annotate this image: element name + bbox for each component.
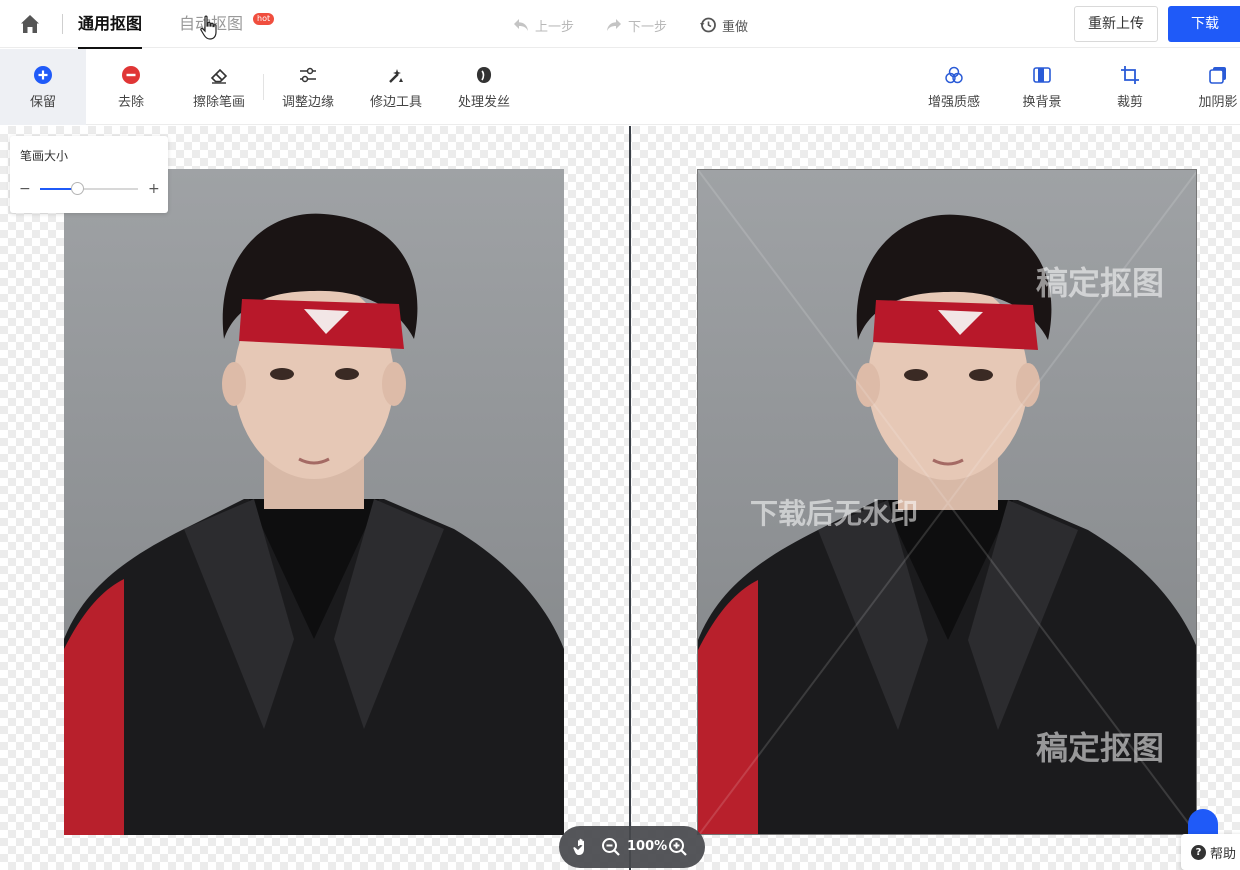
tool-label: 增强质感 bbox=[927, 94, 980, 110]
tool-change-background[interactable]: 换背景 bbox=[1002, 49, 1082, 125]
brush-increase-button[interactable]: + bbox=[148, 182, 160, 196]
undo-button[interactable]: 上一步 bbox=[512, 14, 574, 36]
zoom-in-icon[interactable] bbox=[668, 837, 688, 857]
tool-hair[interactable]: 处理发丝 bbox=[444, 49, 524, 125]
redo-all-label: 重做 bbox=[722, 19, 749, 35]
hand-pan-icon[interactable] bbox=[572, 837, 592, 857]
tool-label: 擦除笔画 bbox=[192, 94, 245, 110]
top-bar: 通用抠图 自动抠图 hot 上一步 下一步 重做 重新上传 下载 bbox=[0, 0, 1240, 49]
home-icon[interactable] bbox=[18, 12, 42, 36]
tool-trim-edge[interactable]: 修边工具 bbox=[356, 49, 436, 125]
hot-badge: hot bbox=[253, 13, 275, 25]
toolbar: 保留 去除 擦除笔画 调整边缘 修边工具 处理发丝 增强质感 换背景 裁剪 加阴… bbox=[0, 49, 1240, 125]
shadow-icon bbox=[1208, 65, 1228, 85]
magic-brush-icon bbox=[386, 65, 406, 85]
zoom-out-icon[interactable] bbox=[601, 837, 621, 857]
brush-decrease-button[interactable]: − bbox=[19, 182, 31, 196]
minus-circle-icon bbox=[121, 65, 141, 85]
redo-label: 下一步 bbox=[628, 19, 668, 35]
tab-general-cutout[interactable]: 通用抠图 bbox=[78, 14, 143, 49]
brush-size-slider[interactable] bbox=[40, 182, 138, 196]
undo-label: 上一步 bbox=[535, 19, 575, 35]
redo-all-button[interactable]: 重做 bbox=[699, 14, 748, 36]
reupload-button[interactable]: 重新上传 bbox=[1074, 6, 1158, 42]
background-icon bbox=[1032, 65, 1052, 85]
slider-knob[interactable] bbox=[71, 182, 85, 195]
result-image[interactable]: 稿定抠图 下载后无水印 稿定抠图 bbox=[697, 169, 1197, 835]
tool-label: 处理发丝 bbox=[457, 94, 510, 110]
hair-icon bbox=[474, 65, 494, 85]
brush-size-panel: 笔画大小 − + bbox=[10, 136, 168, 213]
assistant-bot-icon[interactable] bbox=[1188, 809, 1218, 835]
portrait-illustration bbox=[698, 170, 1196, 834]
original-image[interactable] bbox=[64, 169, 564, 835]
tool-erase-stroke[interactable]: 擦除笔画 bbox=[179, 49, 259, 125]
redo-icon bbox=[607, 19, 621, 31]
tool-shadow[interactable]: 加阴影 bbox=[1178, 49, 1240, 125]
redo-button[interactable]: 下一步 bbox=[605, 14, 667, 36]
plus-circle-icon bbox=[33, 65, 53, 85]
download-button[interactable]: 下载 bbox=[1168, 6, 1240, 42]
crop-icon bbox=[1120, 65, 1140, 85]
tool-enhance[interactable]: 增强质感 bbox=[914, 49, 994, 125]
tool-remove[interactable]: 去除 bbox=[91, 49, 171, 125]
tool-adjust-edge[interactable]: 调整边缘 bbox=[268, 49, 348, 125]
header-divider bbox=[62, 14, 63, 34]
question-icon: ? bbox=[1191, 844, 1206, 860]
tool-label: 换背景 bbox=[1022, 94, 1062, 110]
portrait-illustration bbox=[64, 213, 564, 835]
compare-divider[interactable] bbox=[629, 126, 631, 870]
brush-size-title: 笔画大小 bbox=[20, 149, 69, 163]
tool-label: 裁剪 bbox=[1116, 94, 1143, 110]
tool-crop[interactable]: 裁剪 bbox=[1090, 49, 1170, 125]
tool-label: 修边工具 bbox=[369, 94, 422, 110]
help-label: 帮助 bbox=[1210, 846, 1237, 862]
eraser-icon bbox=[209, 65, 229, 85]
enhance-icon bbox=[944, 65, 964, 85]
tool-label: 去除 bbox=[117, 94, 144, 110]
zoom-level: 100% bbox=[627, 839, 668, 854]
tool-label: 加阴影 bbox=[1198, 94, 1238, 110]
zoom-bar: 100% bbox=[559, 826, 705, 868]
tool-keep[interactable]: 保留 bbox=[0, 49, 86, 125]
sliders-icon bbox=[298, 65, 318, 85]
editor-canvas[interactable]: 稿定抠图 下载后无水印 稿定抠图 笔画大小 − + 100% ? 帮助 bbox=[0, 126, 1240, 870]
tool-label: 保留 bbox=[29, 94, 56, 110]
undo-icon bbox=[514, 19, 528, 31]
toolbar-divider bbox=[263, 74, 264, 100]
tab-auto-cutout[interactable]: 自动抠图 bbox=[179, 14, 243, 34]
tool-label: 调整边缘 bbox=[281, 94, 334, 110]
history-icon bbox=[700, 17, 716, 33]
help-button[interactable]: ? 帮助 bbox=[1181, 834, 1240, 870]
